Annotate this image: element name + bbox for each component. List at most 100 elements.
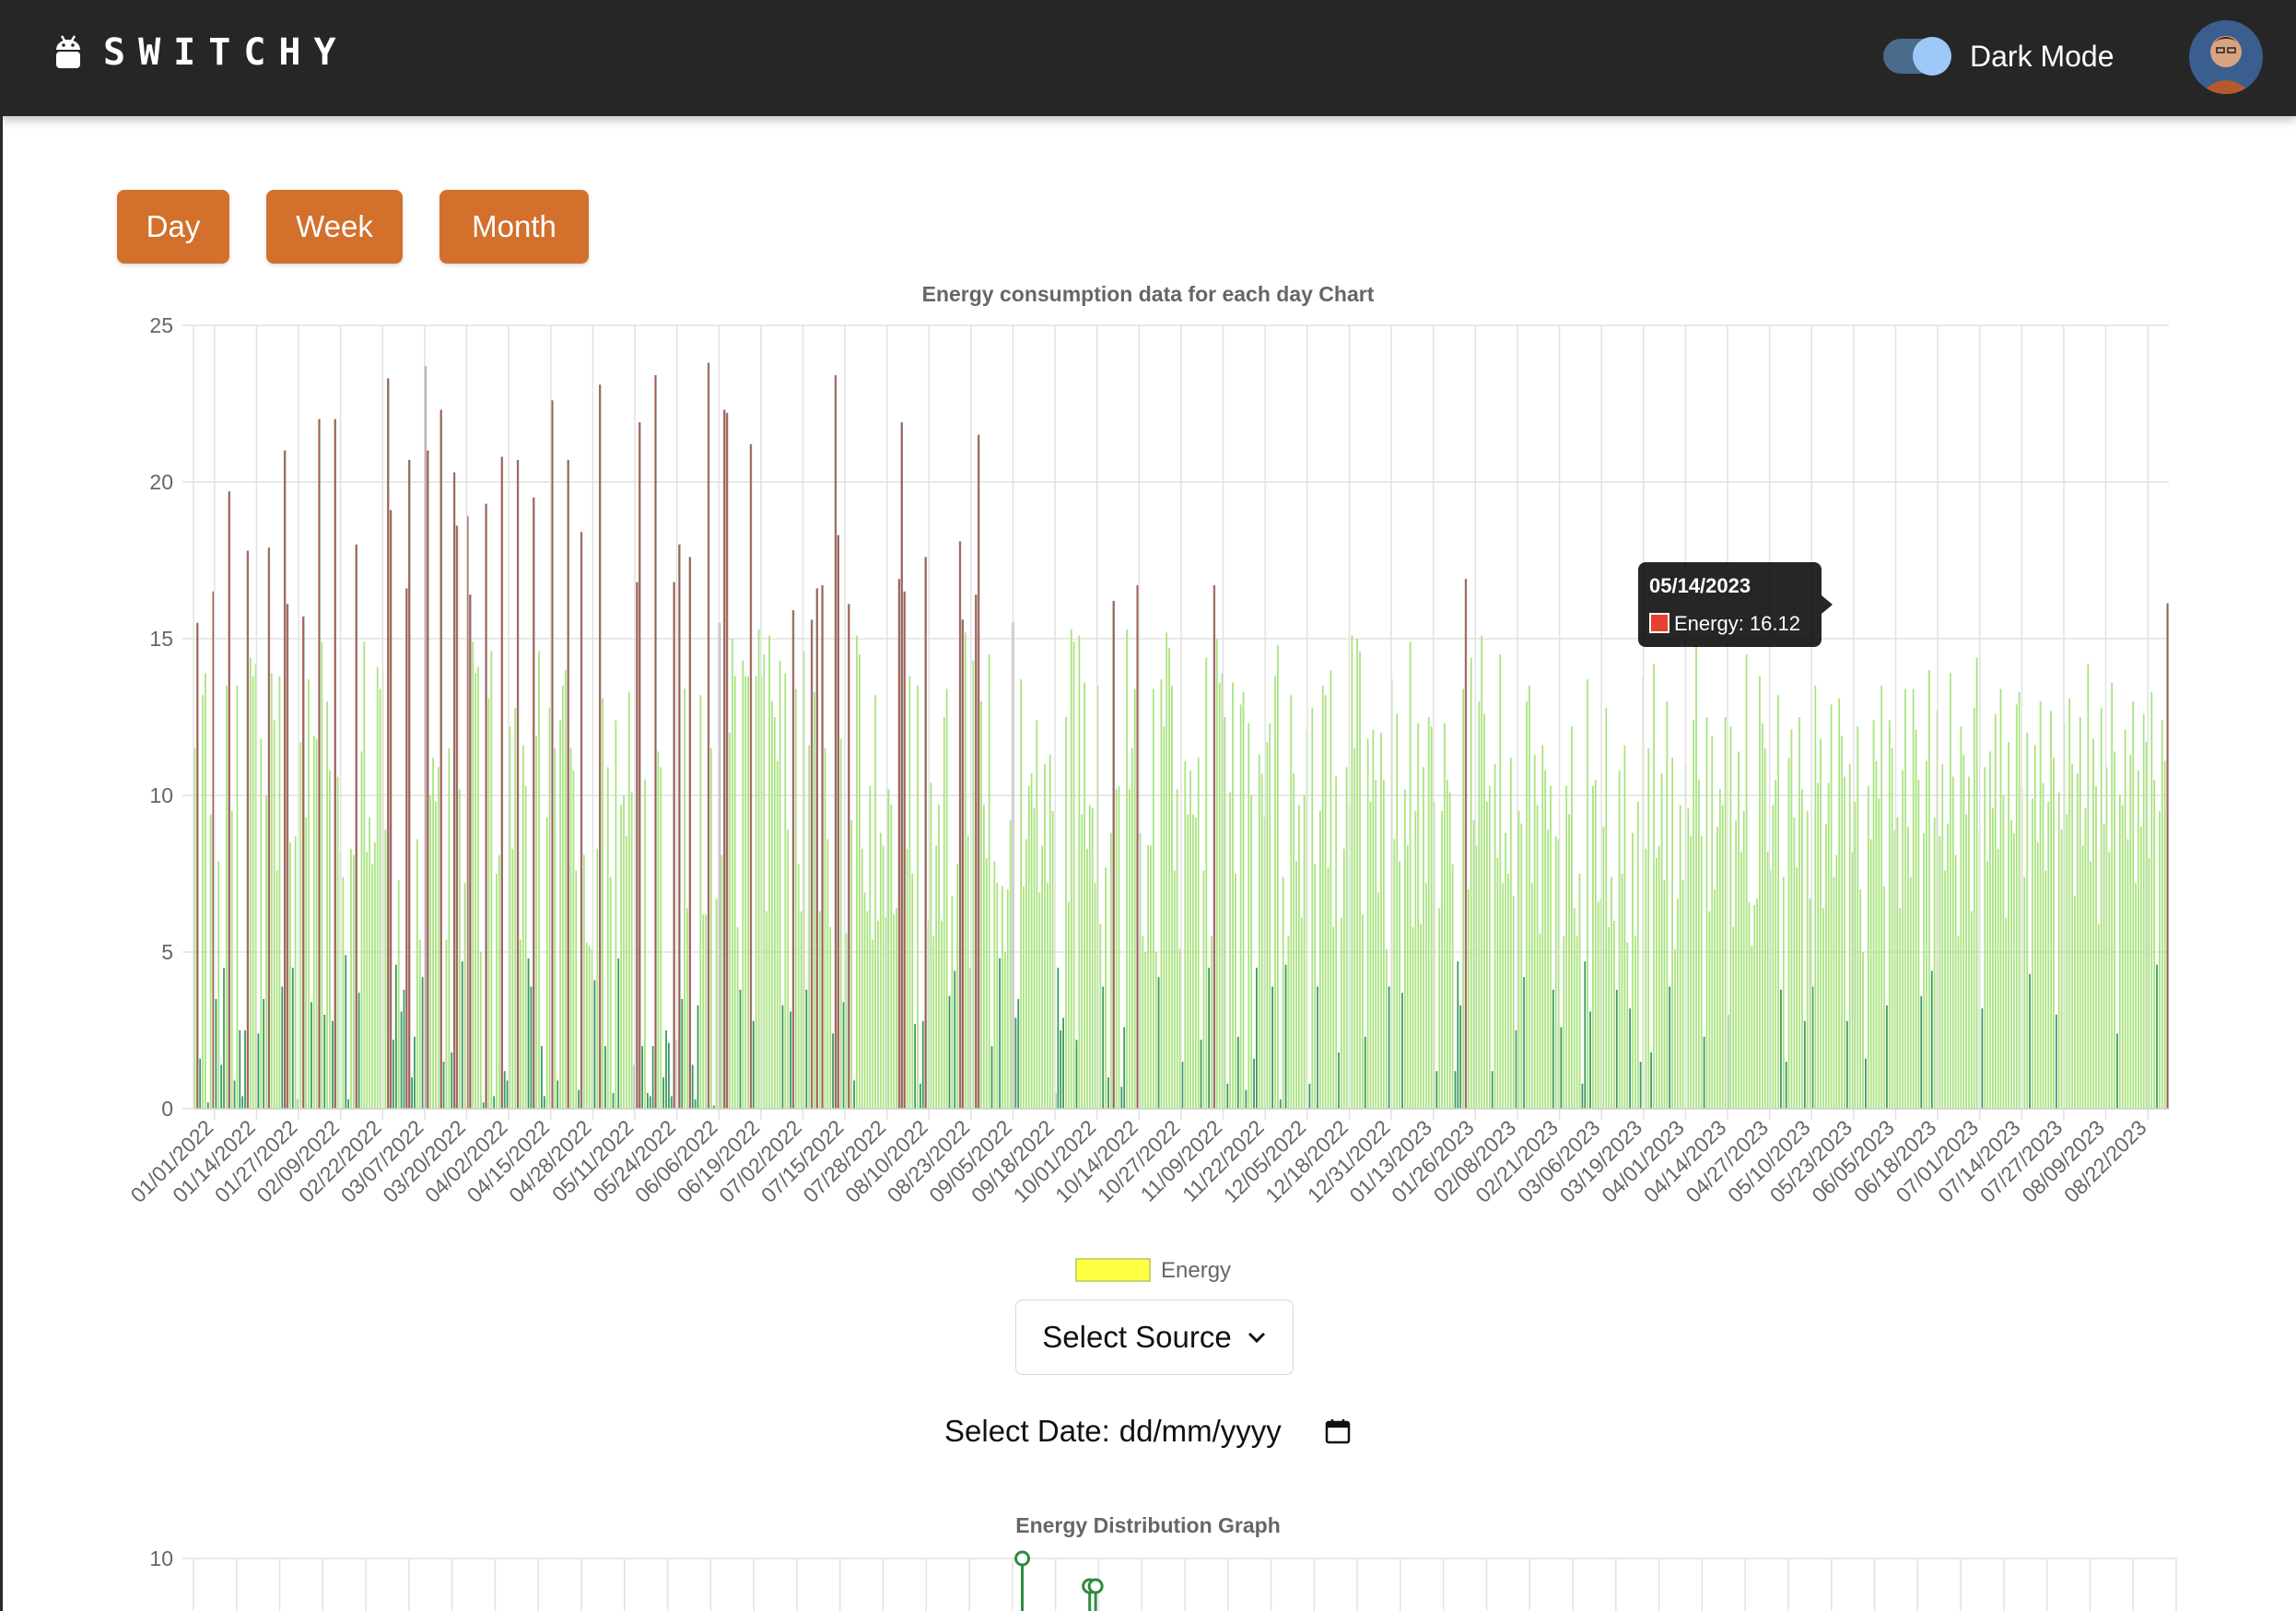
energy-bar (615, 720, 617, 1109)
energy-bar (1962, 754, 1965, 1109)
energy-bar (1721, 805, 1724, 1109)
energy-bar (2042, 782, 2044, 1109)
energy-bar (958, 541, 962, 1110)
energy-bar (1999, 688, 2002, 1109)
energy-bar (1814, 686, 1817, 1109)
energy-bar (1200, 1040, 1202, 1109)
energy-bar (941, 921, 943, 1109)
calendar-icon[interactable] (1324, 1417, 1352, 1445)
energy-bar (914, 1024, 917, 1109)
energy-bar (1424, 883, 1427, 1109)
energy-bar (1867, 785, 1869, 1109)
energy-bar (725, 412, 729, 1110)
energy-bar (954, 970, 956, 1109)
energy-bar (1457, 961, 1459, 1109)
energy-bar (1957, 936, 1960, 1109)
energy-bar (917, 686, 919, 1109)
energy-bar (1253, 1058, 1255, 1109)
energy-bar (1740, 852, 1742, 1109)
energy-bar (1290, 695, 1293, 1109)
energy-bar (2055, 1015, 2057, 1109)
energy-bar (1509, 758, 1512, 1109)
energy-bar (1703, 1036, 1705, 1109)
energy-bar (1718, 789, 1721, 1109)
energy-bar (1075, 1040, 1078, 1109)
energy-bar (2126, 839, 2129, 1109)
energy-bar (1060, 1030, 1062, 1109)
energy-bar (1671, 758, 1674, 1109)
energy-bar (1880, 686, 1883, 1109)
energy-bar (376, 666, 379, 1109)
energy-bar (1454, 1071, 1457, 1109)
energy-bar (2074, 895, 2076, 1109)
energy-bar (921, 1020, 924, 1109)
energy-bar (1467, 889, 1470, 1109)
energy-bar (1003, 952, 1006, 1109)
energy-bar (980, 701, 982, 1109)
energy-bar (961, 619, 965, 1110)
energy-bar (326, 701, 329, 1109)
energy-bar (1401, 993, 1403, 1109)
energy-bar (1954, 854, 1957, 1109)
energy-bar (2132, 701, 2135, 1109)
energy-bar (270, 673, 273, 1109)
date-input[interactable]: dd/mm/yyyy (1119, 1414, 1282, 1449)
energy-bar (533, 497, 535, 1110)
energy-bar (2159, 811, 2161, 1109)
energy-bar (1753, 905, 1756, 1109)
energy-bar (2161, 720, 2163, 1109)
energy-bar (1017, 999, 1020, 1109)
energy-bar (1102, 986, 1105, 1109)
energy-bar (1738, 751, 1740, 1109)
energy-bar (246, 550, 250, 1110)
energy-bar (842, 1002, 845, 1109)
y-tick-label: 10 (149, 783, 173, 807)
energy-bar (1303, 795, 1306, 1109)
energy-bar (575, 870, 578, 1109)
energy-bar (1300, 917, 1303, 1109)
tooltip-swatch (1649, 613, 1669, 633)
energy-bar (1295, 861, 1297, 1109)
energy-bar (657, 751, 660, 1109)
energy-bar (1236, 1036, 1239, 1109)
select-source-dropdown[interactable]: Select Source (1015, 1299, 1294, 1375)
energy-bar (2012, 832, 2015, 1109)
energy-bar (1314, 864, 1317, 1109)
energy-bar (1653, 664, 1655, 1109)
energy-bar (1044, 764, 1046, 1109)
energy-bar (403, 989, 405, 1109)
energy-bar (771, 701, 773, 1109)
energy-bar (1621, 874, 1623, 1109)
energy-bar (1163, 726, 1166, 1109)
energy-bar (626, 836, 627, 1109)
energy-bar (273, 720, 275, 1109)
energy-bar (1507, 874, 1509, 1109)
energy-bar (1647, 748, 1650, 1109)
energy-bar (697, 1005, 699, 1109)
energy-bar (1763, 748, 1766, 1109)
energy-bar (357, 993, 360, 1109)
energy-bar (1708, 911, 1711, 1109)
energy-bar (1645, 848, 1647, 1109)
energy-bar (524, 785, 527, 1109)
energy-bar (1687, 807, 1690, 1109)
energy-bar (1626, 942, 1629, 1109)
energy-bar (1150, 845, 1152, 1109)
energy-bar (461, 961, 463, 1109)
energy-bar (858, 654, 861, 1109)
y-tick-label: 5 (161, 940, 173, 964)
energy-bar (2087, 664, 2090, 1109)
energy-bar (815, 588, 819, 1110)
energy-bar (848, 604, 850, 1110)
energy-bar (199, 1058, 202, 1109)
date-picker[interactable]: Select Date: dd/mm/yyyy (944, 1414, 1352, 1449)
energy-bar (1160, 679, 1163, 1109)
energy-bar (1986, 861, 1989, 1109)
energy-bar (281, 986, 284, 1109)
energy-bar (1844, 776, 1845, 1109)
energy-bar (1279, 1099, 1282, 1109)
energy-bar (887, 789, 890, 1109)
energy-bar (429, 795, 432, 1109)
energy-bar (1512, 895, 1515, 1109)
energy-bar (982, 805, 985, 1109)
